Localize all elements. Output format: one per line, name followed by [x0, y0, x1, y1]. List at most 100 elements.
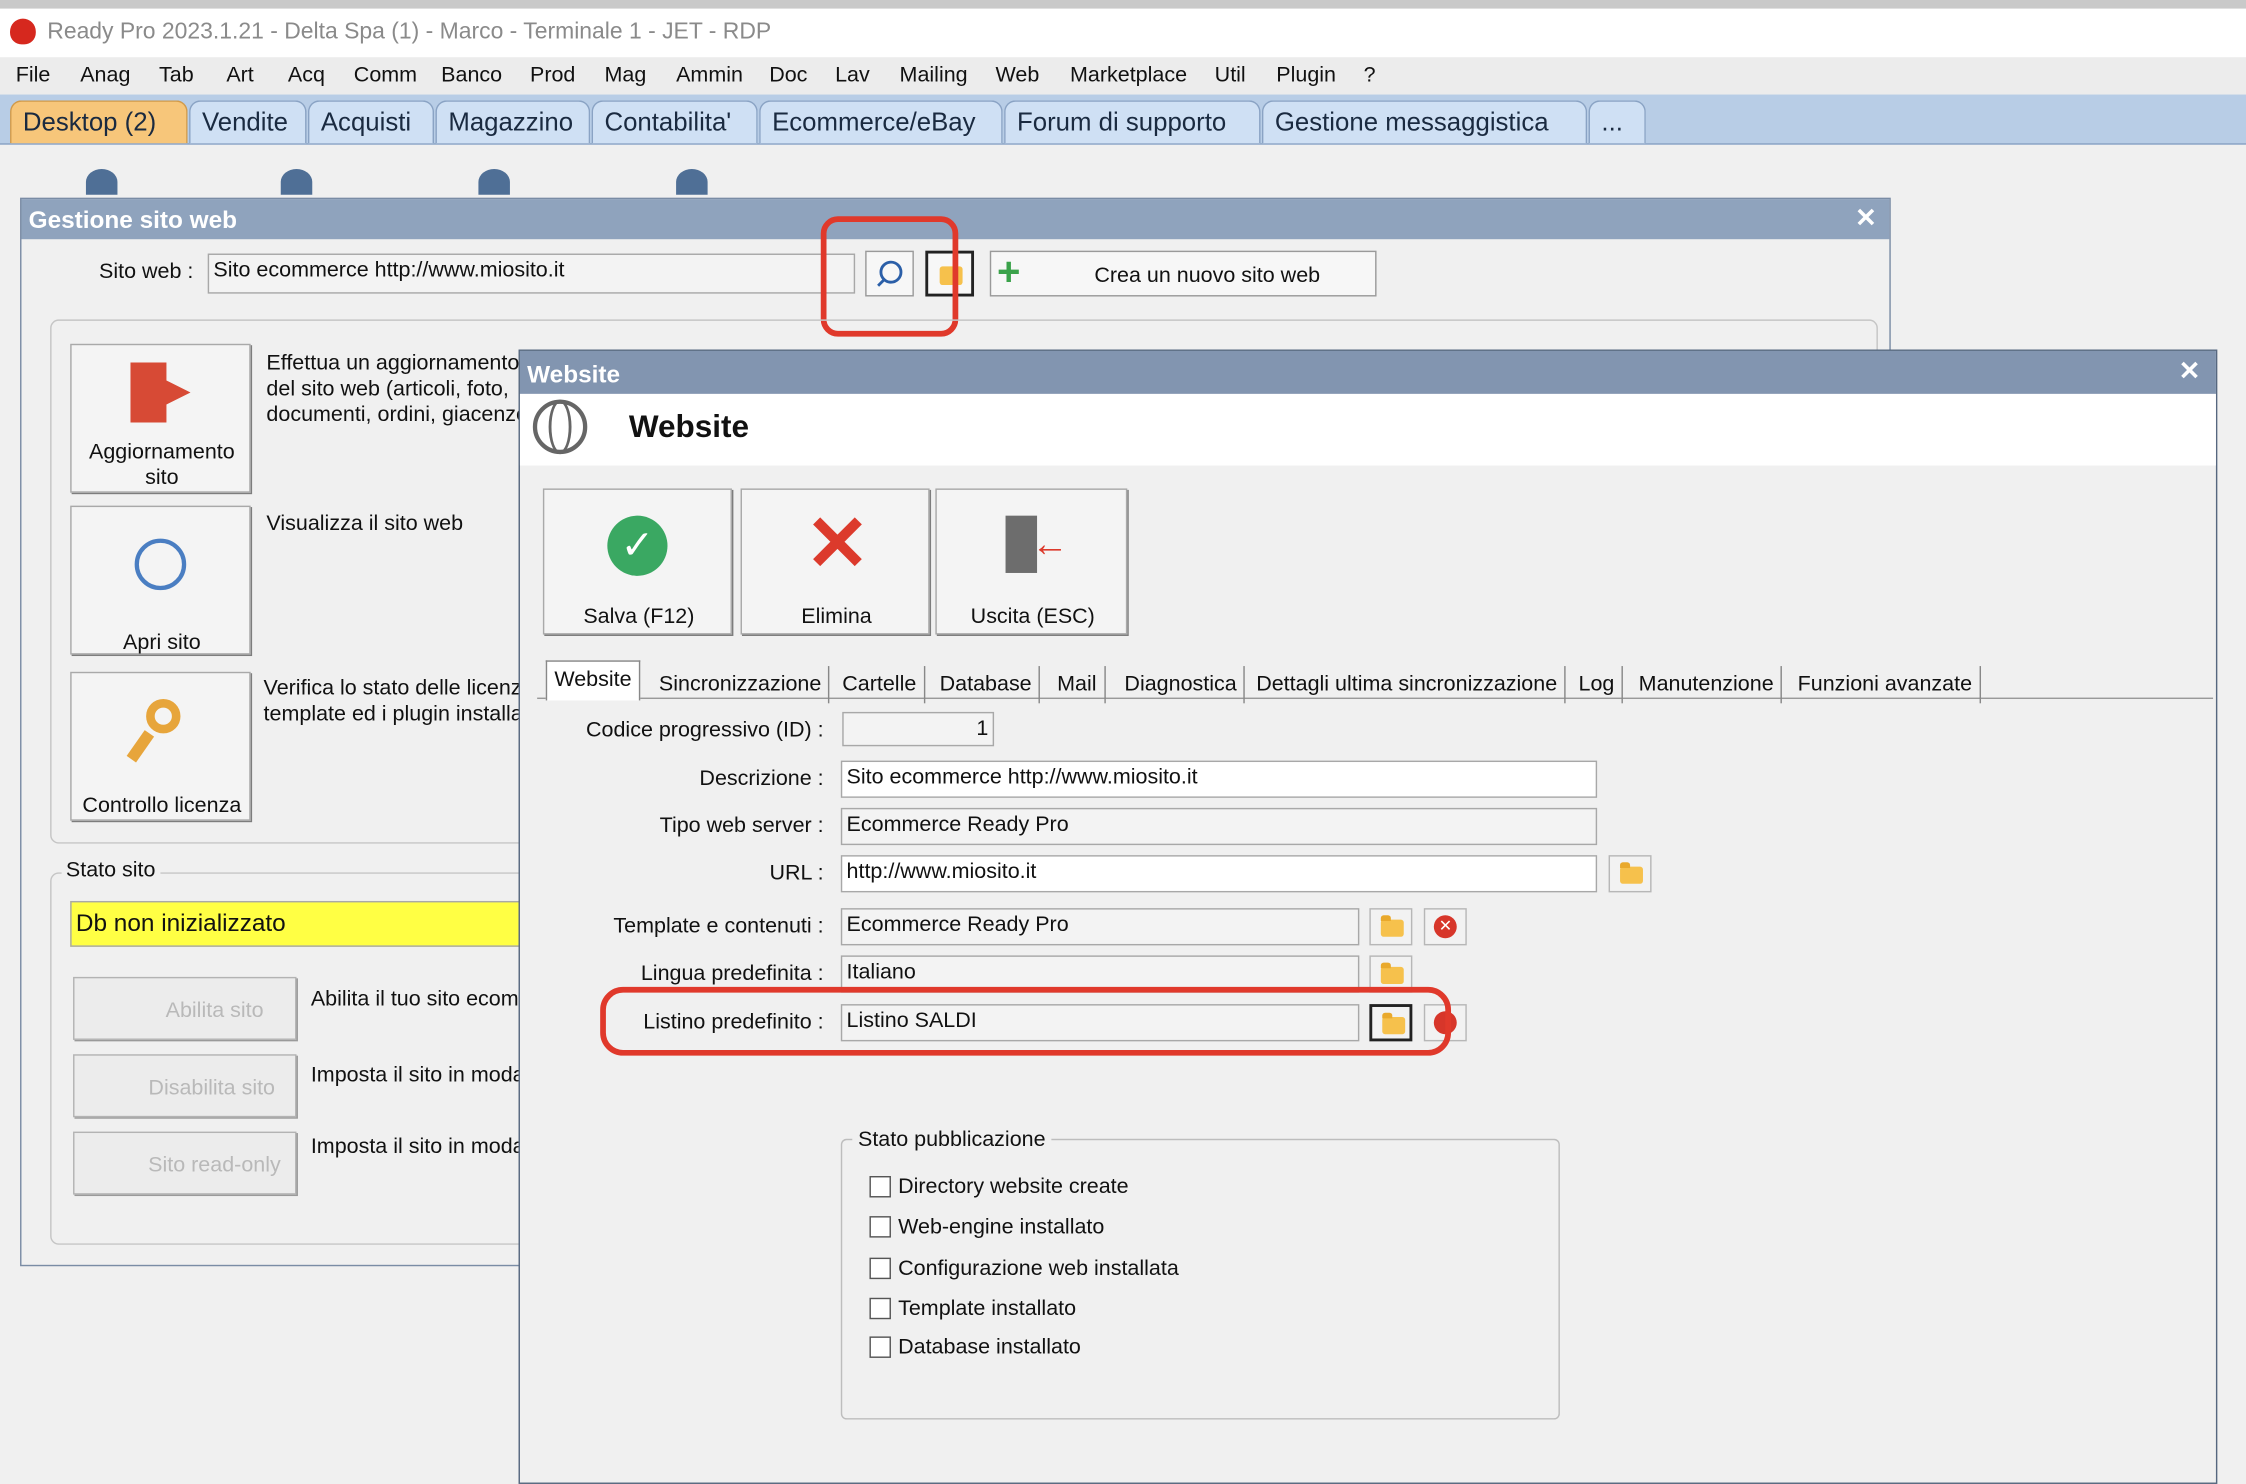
url-field[interactable]: http://www.miosito.it — [840, 855, 1598, 893]
menu-mag[interactable]: Mag — [604, 63, 646, 87]
check-database-label: Database installato — [898, 1334, 1081, 1360]
tab-diagnostica[interactable]: Diagnostica — [1117, 666, 1246, 704]
menu-comm[interactable]: Comm — [354, 63, 417, 87]
tab-mail[interactable]: Mail — [1050, 666, 1106, 704]
desktop-user-icon[interactable] — [85, 169, 118, 195]
check-directory[interactable] — [869, 1176, 891, 1198]
website-header: Website — [519, 393, 2216, 466]
apri-sito-label: Apri sito — [123, 630, 201, 655]
check-configurazione-label: Configurazione web installata — [898, 1256, 1179, 1281]
menu-plugin[interactable]: Plugin — [1276, 63, 1336, 87]
sito-readonly-button[interactable]: Sito read-only — [73, 1131, 297, 1195]
menu-art[interactable]: Art — [226, 63, 253, 87]
uscita-button[interactable]: ← Uscita (ESC) — [935, 488, 1128, 635]
menu-marketplace[interactable]: Marketplace — [1070, 63, 1187, 87]
check-template-label: Template installato — [898, 1296, 1077, 1321]
disabilita-sito-button[interactable]: Disabilita sito — [73, 1054, 297, 1118]
menu-ammin[interactable]: Ammin — [676, 63, 743, 87]
tab-funzioni-avanzate[interactable]: Funzioni avanzate — [1791, 666, 1981, 704]
update-icon — [130, 362, 191, 423]
apri-sito-desc: Visualizza il sito web — [266, 511, 464, 536]
close-icon[interactable]: ✕ — [1855, 203, 1877, 233]
menu-tab[interactable]: Tab — [159, 63, 194, 87]
app-logo-icon — [10, 18, 36, 45]
tab-messaggistica[interactable]: Gestione messaggistica — [1261, 100, 1588, 144]
salva-button[interactable]: ✓ Salva (F12) — [542, 488, 732, 635]
tab-contabilita[interactable]: Contabilita' — [591, 100, 758, 144]
check-webengine-label: Web-engine installato — [898, 1214, 1105, 1240]
website-window: Website ✕ Website ✓ Salva (F12) ✕ Elimin… — [518, 349, 2218, 1484]
uscita-label: Uscita (ESC) — [970, 604, 1095, 629]
tab-log[interactable]: Log — [1571, 666, 1623, 704]
desktop-user-icon[interactable] — [478, 169, 510, 195]
url-folder-button[interactable] — [1608, 855, 1652, 893]
id-field: 1 — [842, 711, 995, 747]
tab-forum[interactable]: Forum di supporto — [1004, 100, 1261, 144]
menu-banco[interactable]: Banco — [441, 63, 502, 87]
tab-magazzino[interactable]: Magazzino — [435, 100, 591, 144]
sito-web-select[interactable]: Sito ecommerce http://www.miosito.it — [207, 253, 856, 294]
descrizione-field[interactable]: Sito ecommerce http://www.miosito.it — [840, 760, 1598, 798]
template-clear-button[interactable]: ✕ — [1423, 908, 1467, 946]
readonly-desc: Imposta il sito in moda — [310, 1134, 525, 1159]
menu-help[interactable]: ? — [1364, 63, 1376, 87]
check-icon: ✓ — [607, 515, 668, 576]
menu-bar: File Anag Tab Art Acq Comm Banco Prod Ma… — [0, 57, 2246, 95]
stato-sito-title: Stato sito — [61, 858, 160, 883]
delete-x-icon: ✕ — [805, 501, 870, 588]
menu-acq[interactable]: Acq — [288, 63, 325, 87]
desktop-user-icon[interactable] — [676, 169, 708, 195]
menu-doc[interactable]: Doc — [769, 63, 807, 87]
template-folder-button[interactable] — [1369, 908, 1413, 946]
template-field[interactable]: Ecommerce Ready Pro — [840, 908, 1360, 946]
website-titlebar: Website ✕ — [519, 350, 2216, 394]
abilita-sito-button[interactable]: Abilita sito — [73, 976, 297, 1040]
controllo-licenza-button[interactable]: Controllo licenza — [70, 671, 251, 821]
licenza-desc-2: template ed i plugin installa — [263, 701, 523, 727]
elimina-button[interactable]: ✕ Elimina — [740, 488, 930, 635]
globe-pin-icon — [134, 538, 187, 591]
folder-icon — [1380, 962, 1404, 985]
elimina-label: Elimina — [801, 604, 872, 629]
aggiornamento-desc-2: del sito web (articoli, foto, — [266, 376, 509, 402]
tab-vendite[interactable]: Vendite — [189, 100, 307, 144]
tab-website[interactable]: Website — [545, 660, 641, 701]
disabilita-sito-desc: Imposta il sito in moda — [310, 1062, 525, 1088]
tab-database[interactable]: Database — [932, 666, 1041, 704]
menu-anag[interactable]: Anag — [80, 63, 130, 87]
tipo-server-field[interactable]: Ecommerce Ready Pro — [840, 807, 1598, 846]
close-icon[interactable]: ✕ — [2179, 357, 2201, 387]
menu-file[interactable]: File — [16, 63, 51, 87]
tab-manutenzione[interactable]: Manutenzione — [1632, 666, 1783, 704]
tab-dettagli[interactable]: Dettagli ultima sincronizzazione — [1249, 666, 1566, 704]
menu-prod[interactable]: Prod — [530, 63, 575, 87]
key-icon — [146, 699, 181, 734]
check-webengine[interactable] — [869, 1216, 891, 1238]
folder-icon — [1380, 915, 1404, 937]
aggiornamento-sito-button[interactable]: Aggiornamento sito — [70, 343, 251, 493]
menu-mailing[interactable]: Mailing — [900, 63, 968, 87]
menu-web[interactable]: Web — [996, 63, 1040, 87]
tab-desktop[interactable]: Desktop (2) — [10, 100, 188, 144]
salva-label: Salva (F12) — [583, 604, 695, 629]
check-directory-label: Directory website create — [898, 1174, 1129, 1199]
aggiornamento-label-1: Aggiornamento — [88, 439, 235, 465]
aggiornamento-desc-3: documenti, ordini, giacenze — [266, 402, 528, 427]
menu-lav[interactable]: Lav — [835, 63, 870, 87]
menu-util[interactable]: Util — [1215, 63, 1246, 87]
tab-acquisti[interactable]: Acquisti — [307, 100, 435, 144]
tab-more[interactable]: ... — [1588, 100, 1646, 144]
apri-sito-button[interactable]: Apri sito — [70, 505, 251, 655]
tab-sincronizzazione[interactable]: Sincronizzazione — [652, 666, 830, 704]
desktop-user-icon[interactable] — [280, 169, 313, 195]
stato-pubblicazione-title: Stato pubblicazione — [852, 1127, 1052, 1152]
tab-cartelle[interactable]: Cartelle — [835, 666, 925, 704]
tab-ecommerce[interactable]: Ecommerce/eBay — [759, 100, 1003, 144]
app-title: Ready Pro 2023.1.21 - Delta Spa (1) - Ma… — [47, 20, 772, 45]
check-database[interactable] — [869, 1336, 891, 1358]
check-template[interactable] — [869, 1297, 891, 1320]
crea-sito-button[interactable]: + Crea un nuovo sito web — [989, 249, 1377, 297]
stato-sito-value: Db non inizializzato — [70, 900, 543, 947]
check-configurazione[interactable] — [869, 1257, 891, 1280]
url-label: URL : — [769, 860, 824, 886]
